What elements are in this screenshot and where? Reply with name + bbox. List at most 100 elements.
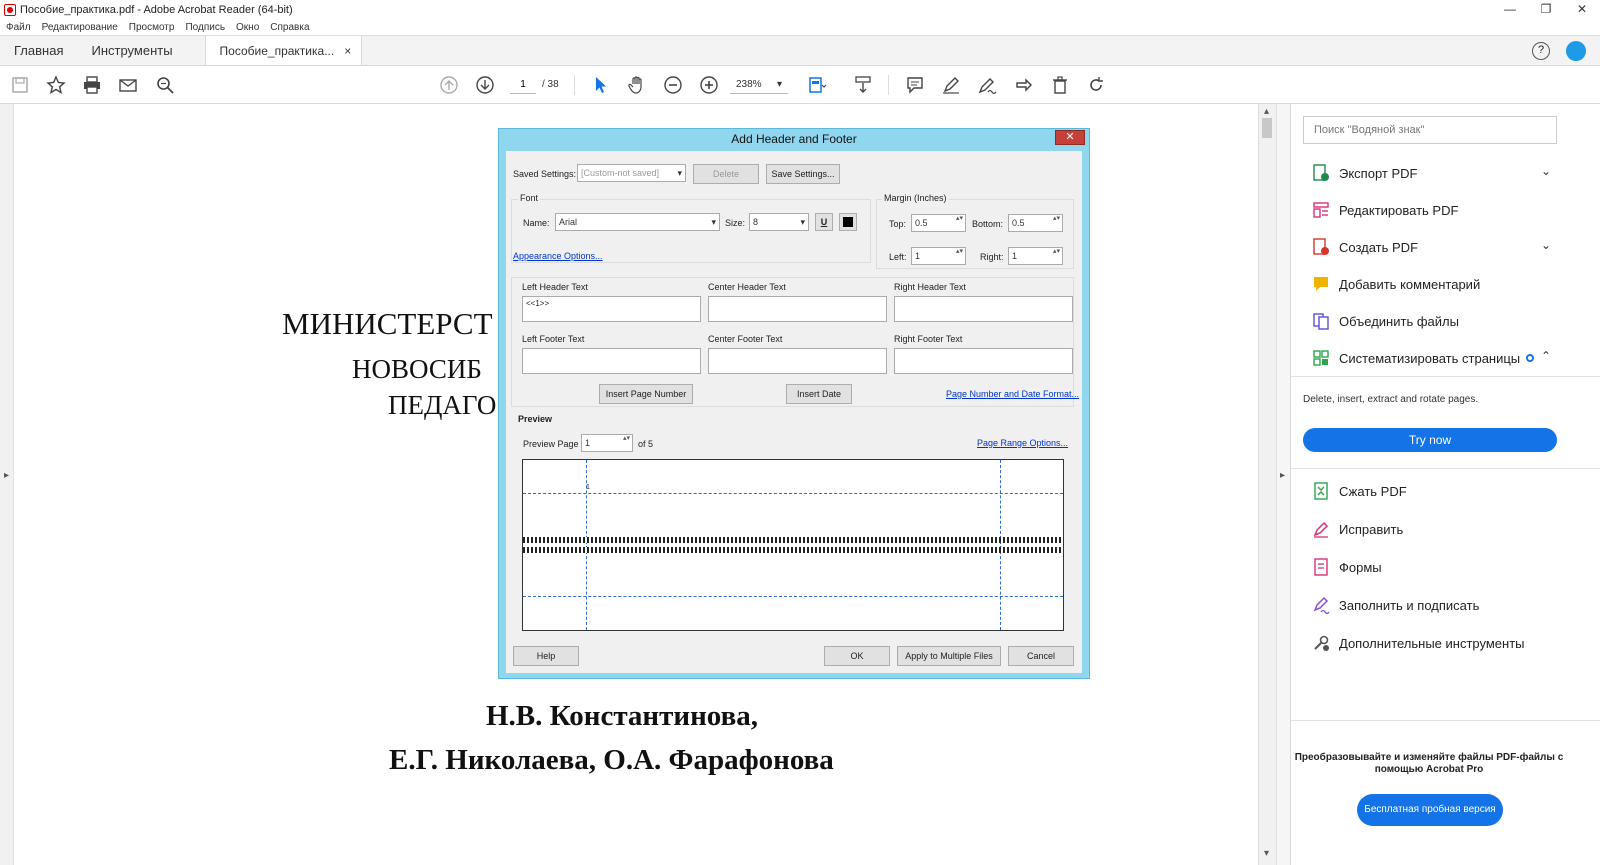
- tool-create-pdf[interactable]: Создать PDF: [1311, 236, 1418, 258]
- tools-search-input[interactable]: [1303, 116, 1557, 144]
- insert-date-button[interactable]: Insert Date: [786, 384, 852, 404]
- left-panel-toggle[interactable]: [0, 104, 14, 865]
- tool-add-comment[interactable]: Добавить комментарий: [1311, 273, 1480, 295]
- document-pedagogical-line: ПЕДАГО: [388, 390, 497, 420]
- page-range-options-link[interactable]: Page Range Options...: [977, 438, 1068, 448]
- star-icon[interactable]: [45, 74, 67, 96]
- appearance-options-link[interactable]: Appearance Options...: [513, 251, 603, 261]
- menu-window[interactable]: Окно: [236, 22, 259, 33]
- expand-left-icon[interactable]: ▸: [4, 470, 9, 481]
- insert-page-number-button[interactable]: Insert Page Number: [599, 384, 693, 404]
- underline-button[interactable]: U: [815, 213, 833, 231]
- delete-settings-button[interactable]: Delete: [693, 164, 759, 184]
- tool-label: Редактировать PDF: [1339, 202, 1459, 218]
- delete-icon[interactable]: [1049, 74, 1071, 96]
- font-size-select[interactable]: 8: [749, 213, 809, 231]
- preview-page-input[interactable]: 1: [581, 434, 633, 452]
- sign-icon[interactable]: [976, 74, 998, 96]
- share-icon[interactable]: [1012, 74, 1034, 96]
- restore-button[interactable]: ❐: [1528, 0, 1564, 20]
- center-footer-input[interactable]: [708, 348, 887, 374]
- vertical-scrollbar[interactable]: [1258, 104, 1276, 865]
- tool-fix[interactable]: Исправить: [1311, 518, 1403, 540]
- right-footer-input[interactable]: [894, 348, 1073, 374]
- menu-edit[interactable]: Редактирование: [42, 22, 118, 33]
- tab-home[interactable]: Главная: [0, 36, 77, 65]
- save-icon[interactable]: [9, 74, 31, 96]
- tab-document[interactable]: Пособие_практика... ×: [204, 36, 363, 65]
- zoom-in-icon[interactable]: [698, 74, 720, 96]
- margin-left-input[interactable]: 1: [911, 247, 966, 265]
- menu-sign[interactable]: Подпись: [185, 22, 225, 33]
- scroll-mode-icon[interactable]: [852, 74, 874, 96]
- tool-edit-pdf[interactable]: Редактировать PDF: [1311, 199, 1458, 221]
- help-button[interactable]: Help: [513, 646, 579, 666]
- margin-top-input[interactable]: 0.5: [911, 214, 966, 232]
- preview-right-margin-line: [1000, 460, 1001, 630]
- menu-file[interactable]: Файл: [6, 22, 31, 33]
- scroll-up-icon[interactable]: ▴: [1264, 106, 1269, 117]
- hand-tool-icon[interactable]: [626, 74, 648, 96]
- next-page-icon[interactable]: [474, 74, 496, 96]
- tool-fill-sign[interactable]: Заполнить и подписать: [1311, 594, 1479, 616]
- tool-more-tools[interactable]: Дополнительные инструменты: [1311, 632, 1525, 654]
- comment-icon[interactable]: [904, 74, 926, 96]
- tool-organize-pages[interactable]: Систематизировать страницы: [1311, 347, 1535, 369]
- free-trial-button[interactable]: Бесплатная пробная версия: [1357, 794, 1503, 826]
- apply-multiple-files-button[interactable]: Apply to Multiple Files: [897, 646, 1001, 666]
- account-icon[interactable]: [1566, 41, 1586, 61]
- chevron-down-icon[interactable]: ⌄: [1541, 164, 1551, 178]
- font-name-select[interactable]: Arial: [555, 213, 720, 231]
- zoom-out-icon[interactable]: [662, 74, 684, 96]
- collapse-right-icon[interactable]: ▸: [1280, 470, 1285, 481]
- try-now-button[interactable]: Try now: [1303, 428, 1557, 452]
- tool-label: Сжать PDF: [1339, 483, 1407, 499]
- tool-export-pdf[interactable]: Экспорт PDF: [1311, 162, 1417, 184]
- font-color-button[interactable]: [839, 213, 857, 231]
- scrollbar-thumb[interactable]: [1262, 118, 1272, 138]
- zoom-level-select[interactable]: 238% ▾: [730, 76, 788, 94]
- minimize-button[interactable]: —: [1492, 0, 1528, 20]
- margin-bottom-input[interactable]: 0.5: [1008, 214, 1063, 232]
- page-number-input[interactable]: [510, 76, 536, 94]
- menu-help[interactable]: Справка: [270, 22, 309, 33]
- scroll-down-icon[interactable]: ▾: [1264, 848, 1269, 859]
- highlight-pen-icon[interactable]: [940, 74, 962, 96]
- search-icon[interactable]: [154, 74, 176, 96]
- cancel-button[interactable]: Cancel: [1008, 646, 1074, 666]
- chevron-up-icon[interactable]: ⌃: [1541, 349, 1551, 363]
- acrobat-pro-promo-text: Преобразовывайте и изменяйте файлы PDF-ф…: [1294, 752, 1564, 775]
- tool-forms[interactable]: Формы: [1311, 556, 1382, 578]
- tab-tools[interactable]: Инструменты: [77, 36, 186, 65]
- left-header-input[interactable]: <<1>>: [522, 296, 701, 322]
- right-panel-toggle[interactable]: [1276, 104, 1290, 865]
- document-authors-line2: Е.Г. Николаева, О.А. Фарафонова: [389, 744, 834, 776]
- tab-close-icon[interactable]: ×: [344, 44, 351, 58]
- help-icon[interactable]: ?: [1532, 42, 1550, 60]
- toolbar-divider: [888, 75, 889, 95]
- save-settings-button[interactable]: Save Settings...: [766, 164, 840, 184]
- tool-combine-files[interactable]: Объединить файлы: [1311, 310, 1459, 332]
- window-title: Пособие_практика.pdf - Adobe Acrobat Rea…: [20, 4, 293, 16]
- chevron-down-icon[interactable]: ⌄: [1541, 238, 1551, 252]
- saved-settings-select[interactable]: [Custom-not saved]: [577, 164, 686, 182]
- page-number-date-format-link[interactable]: Page Number and Date Format...: [946, 389, 1079, 399]
- right-header-input[interactable]: [894, 296, 1073, 322]
- left-footer-input[interactable]: [522, 348, 701, 374]
- close-window-button[interactable]: ✕: [1564, 0, 1600, 20]
- preview-page-count: of 5: [638, 439, 654, 449]
- dialog-close-button[interactable]: ✕: [1055, 130, 1085, 145]
- margin-right-input[interactable]: 1: [1008, 247, 1063, 265]
- rotate-icon[interactable]: [1085, 74, 1107, 96]
- previous-page-icon[interactable]: [438, 74, 460, 96]
- center-header-input[interactable]: [708, 296, 887, 322]
- font-size-label: Size:: [725, 218, 746, 228]
- menu-view[interactable]: Просмотр: [129, 22, 175, 33]
- forms-icon: [1311, 557, 1331, 577]
- page-fit-icon[interactable]: [806, 74, 828, 96]
- ok-button[interactable]: OK: [824, 646, 890, 666]
- print-icon[interactable]: [81, 74, 103, 96]
- select-cursor-icon[interactable]: [590, 74, 612, 96]
- email-icon[interactable]: [117, 74, 139, 96]
- tool-compress-pdf[interactable]: Сжать PDF: [1311, 480, 1407, 502]
